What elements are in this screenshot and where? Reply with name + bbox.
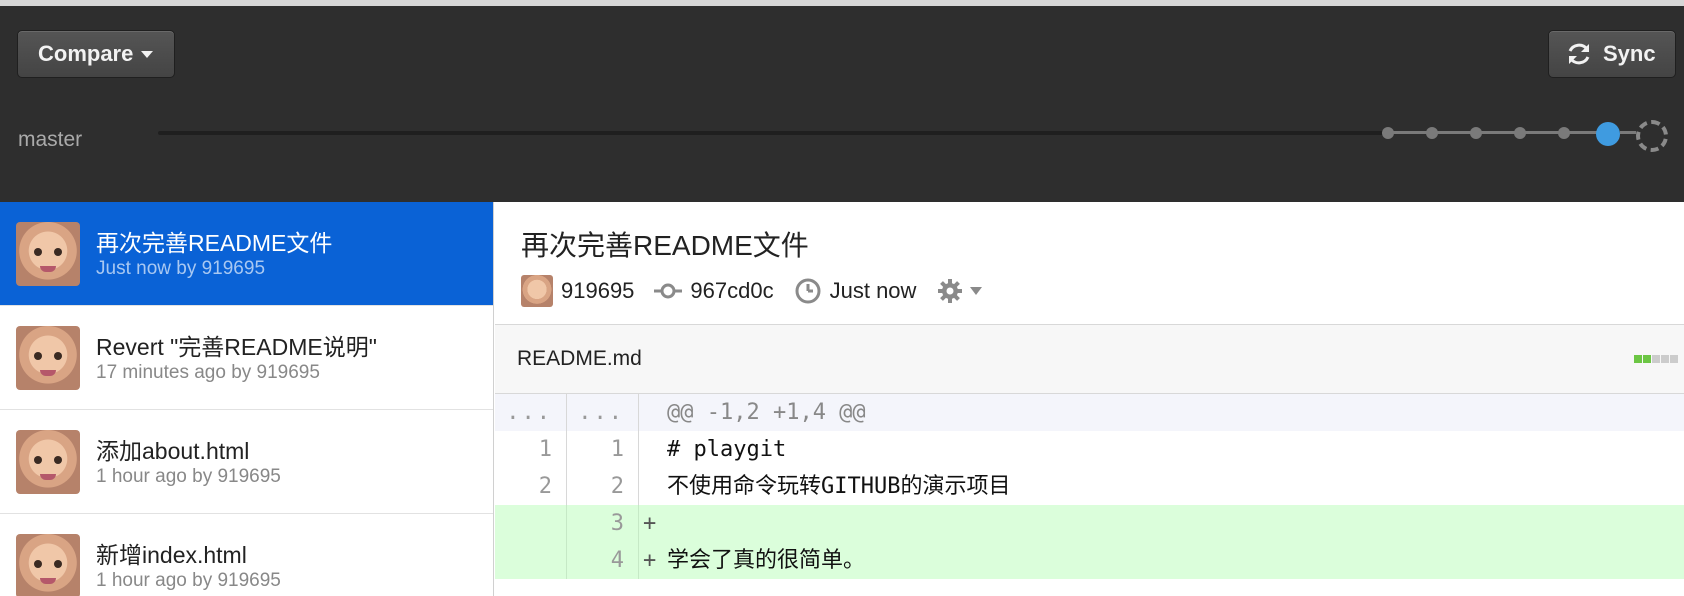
- diffstat-block: [1652, 355, 1660, 363]
- gear-icon: [938, 279, 963, 303]
- clock-icon: [795, 278, 821, 304]
- sync-label: Sync: [1603, 41, 1656, 66]
- diffstat-bar: [1633, 355, 1678, 363]
- file-header[interactable]: README.md: [495, 324, 1684, 394]
- old-line-number: [495, 505, 567, 542]
- commit-meta: 17 minutes ago by 919695: [96, 362, 320, 383]
- compare-button[interactable]: Compare: [17, 30, 175, 78]
- compare-label: Compare: [38, 41, 134, 66]
- sync-icon: [1568, 43, 1590, 65]
- diff-add-sign: +: [643, 548, 657, 573]
- diff-view: ... ... @@ -1,2 +1,4 @@ 1 1 # playgit 2 …: [495, 394, 1684, 579]
- commit-meta: Just now by 919695: [96, 258, 266, 279]
- sync-button[interactable]: Sync: [1548, 30, 1676, 78]
- diff-line-content: +: [639, 505, 1684, 542]
- history-timeline: [158, 131, 1394, 135]
- diff-add-sign: +: [643, 511, 657, 536]
- new-line-number: ...: [567, 394, 639, 431]
- diff-context-line: 1 1 # playgit: [495, 431, 1684, 468]
- file-name: README.md: [517, 347, 642, 370]
- old-line-number: 2: [495, 468, 567, 505]
- diff-line-text: 学会了真的很简单。: [667, 548, 866, 573]
- diffstat-block: [1661, 355, 1669, 363]
- chevron-down-icon: [141, 50, 154, 58]
- avatar: [16, 326, 80, 390]
- diffstat-block: [1634, 355, 1642, 363]
- commit-title: 新增index.html: [96, 542, 247, 568]
- commit-settings-menu[interactable]: [936, 277, 983, 305]
- commit-meta: 1 hour ago by 919695: [96, 570, 281, 591]
- timeline-commit-node[interactable]: [1558, 127, 1570, 139]
- commit-history-list: 再次完善README文件 Just now by 919695 Revert "…: [0, 202, 494, 596]
- avatar: [16, 222, 80, 286]
- commit-author: 919695: [561, 278, 635, 303]
- chevron-down-icon: [970, 287, 983, 295]
- diff-line-text: @@ -1,2 +1,4 @@: [667, 400, 866, 425]
- commit-title: Revert "完善README说明": [96, 334, 377, 360]
- commit-list-item[interactable]: Revert "完善README说明" 17 minutes ago by 91…: [0, 306, 493, 410]
- new-line-number: 4: [567, 542, 639, 579]
- diffstat-block: [1643, 355, 1651, 363]
- timeline-commit-node[interactable]: [1470, 127, 1482, 139]
- avatar: [521, 275, 553, 307]
- old-line-number: [495, 542, 567, 579]
- diff-added-line: 4 + 学会了真的很简单。: [495, 542, 1684, 579]
- timeline-uncommitted-changes[interactable]: [1636, 120, 1668, 152]
- commit-title: 添加about.html: [96, 438, 250, 464]
- diff-line-text: # playgit: [667, 437, 787, 462]
- commit-icon: [654, 283, 683, 299]
- commit-list-item[interactable]: 新增index.html 1 hour ago by 919695: [0, 514, 493, 596]
- commit-detail-title: 再次完善README文件: [521, 230, 809, 261]
- timeline-segment: [1620, 131, 1636, 134]
- old-line-number: ...: [495, 394, 567, 431]
- commit-detail-pane: 再次完善README文件 919695 967cd0c Just now REA…: [495, 202, 1684, 596]
- timeline-commit-node[interactable]: [1514, 127, 1526, 139]
- commit-list-item[interactable]: 再次完善README文件 Just now by 919695: [0, 202, 493, 306]
- commit-sha[interactable]: 967cd0c: [690, 278, 773, 304]
- new-line-number: 3: [567, 505, 639, 542]
- commit-detail-meta: 919695 967cd0c Just now: [521, 274, 983, 308]
- top-toolbar: Compare Sync master: [0, 0, 1684, 202]
- new-line-number: 1: [567, 431, 639, 468]
- timeline-commit-node[interactable]: [1382, 127, 1394, 139]
- commit-meta: 1 hour ago by 919695: [96, 466, 281, 487]
- diff-context-line: 2 2 不使用命令玩转GITHUB的演示项目: [495, 468, 1684, 505]
- new-line-number: 2: [567, 468, 639, 505]
- commit-time: Just now: [829, 278, 917, 303]
- diff-hunk-header: ... ... @@ -1,2 +1,4 @@: [495, 394, 1684, 431]
- avatar: [16, 430, 80, 494]
- diffstat-block: [1670, 355, 1678, 363]
- diff-line-content: + 学会了真的很简单。: [639, 542, 1684, 579]
- diff-line-text: 不使用命令玩转GITHUB的演示项目: [667, 474, 1011, 499]
- commit-list-item[interactable]: 添加about.html 1 hour ago by 919695: [0, 410, 493, 514]
- branch-name[interactable]: master: [18, 128, 82, 152]
- old-line-number: 1: [495, 431, 567, 468]
- diff-added-line: 3 +: [495, 505, 1684, 542]
- timeline-current-commit[interactable]: [1596, 122, 1620, 146]
- avatar: [16, 534, 80, 596]
- commit-title: 再次完善README文件: [96, 230, 333, 256]
- timeline-commit-node[interactable]: [1426, 127, 1438, 139]
